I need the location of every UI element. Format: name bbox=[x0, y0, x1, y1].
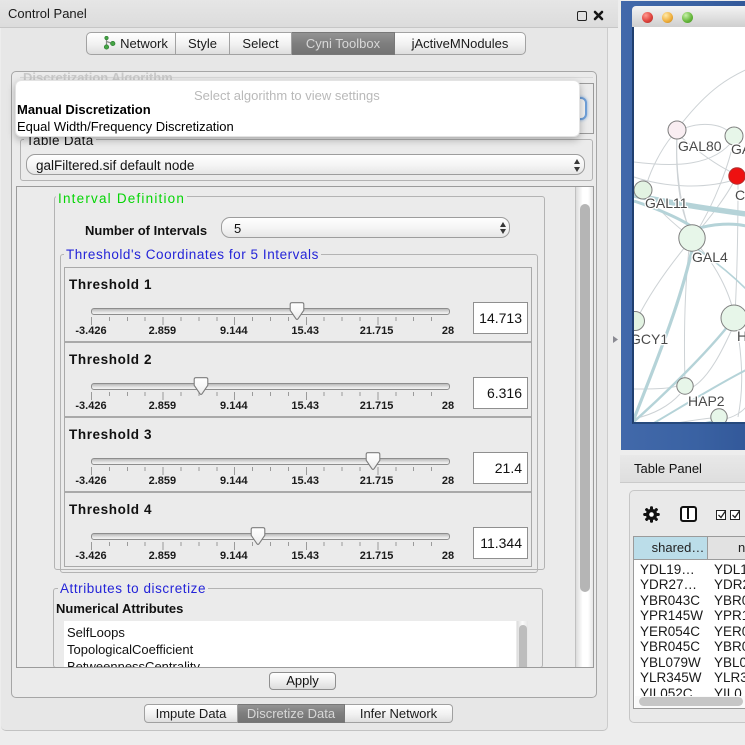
svg-text:GA: GA bbox=[731, 141, 745, 157]
svg-text:GCY1: GCY1 bbox=[634, 331, 668, 347]
svg-text:H: H bbox=[737, 328, 745, 344]
svg-text:GAL11: GAL11 bbox=[645, 195, 688, 211]
svg-text:HAP2: HAP2 bbox=[688, 393, 725, 409]
svg-text:C: C bbox=[735, 187, 745, 203]
svg-text:GAL80: GAL80 bbox=[678, 138, 722, 154]
svg-text:GAL4: GAL4 bbox=[692, 249, 728, 265]
